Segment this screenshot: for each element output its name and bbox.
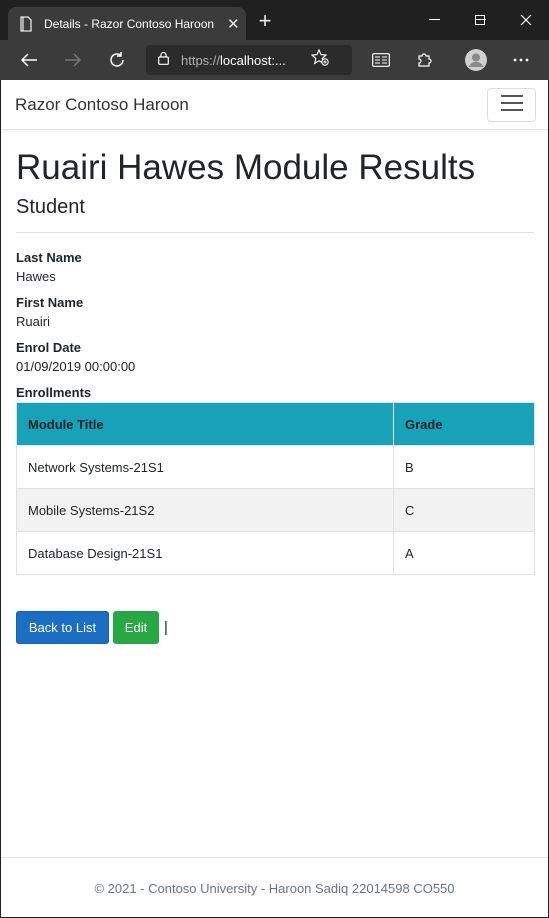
site-navbar: Razor Contoso Haroon bbox=[1, 80, 548, 130]
header-grade: Grade bbox=[393, 402, 535, 446]
close-window-icon[interactable] bbox=[503, 0, 549, 40]
back-arrow-icon[interactable] bbox=[17, 48, 41, 72]
enrol-date-value: 01/09/2019 00:00:00 bbox=[16, 359, 136, 374]
edit-button[interactable]: Edit bbox=[113, 611, 159, 644]
student-details: Last Name Hawes First Name Ruairi Enrol … bbox=[16, 250, 534, 400]
page-subtitle: Student bbox=[16, 196, 85, 218]
action-separator: | bbox=[164, 619, 168, 636]
page-title: Ruairi Hawes Module Results bbox=[16, 148, 476, 187]
lock-icon bbox=[158, 51, 169, 70]
favorite-star-icon[interactable] bbox=[310, 48, 329, 71]
action-bar: Back to List Edit | bbox=[16, 611, 534, 644]
divider bbox=[16, 232, 534, 233]
browser-toolbar: https://localhost:... bbox=[0, 40, 549, 80]
minimize-icon[interactable] bbox=[411, 0, 457, 40]
enrollments-label: Enrollments bbox=[16, 385, 92, 400]
navbar-brand[interactable]: Razor Contoso Haroon bbox=[15, 95, 189, 115]
module-title-cell: Mobile Systems-21S2 bbox=[16, 488, 394, 532]
extensions-icon[interactable] bbox=[413, 48, 437, 72]
main-content: Ruairi Hawes Module Results Student Last… bbox=[1, 147, 548, 644]
close-tab-icon[interactable]: ✕ bbox=[227, 15, 240, 33]
table-row: Mobile Systems-21S2 C bbox=[16, 488, 535, 532]
browser-tab[interactable]: Details - Razor Contoso Haroon ✕ bbox=[8, 7, 246, 40]
new-tab-icon[interactable]: + bbox=[254, 10, 276, 33]
reading-view-icon[interactable] bbox=[369, 48, 393, 72]
last-name-value: Hawes bbox=[16, 269, 56, 284]
tab-title: Details - Razor Contoso Haroon bbox=[44, 16, 215, 31]
footer-text: © 2021 - Contoso University - Haroon Sad… bbox=[94, 881, 455, 896]
enrollments-table: Module Title Grade Network Systems-21S1 … bbox=[16, 402, 535, 575]
address-bar[interactable]: https://localhost:... bbox=[146, 45, 352, 75]
back-to-list-button[interactable]: Back to List bbox=[16, 611, 109, 644]
url-text: https://localhost:... bbox=[181, 52, 286, 68]
hamburger-icon bbox=[500, 94, 524, 117]
module-title-cell: Database Design-21S1 bbox=[16, 531, 394, 575]
header-module-title: Module Title bbox=[16, 402, 394, 446]
table-row: Network Systems-21S1 B bbox=[16, 445, 535, 489]
first-name-value: Ruairi bbox=[16, 314, 50, 329]
web-page: Razor Contoso Haroon Ruairi Hawes Module… bbox=[1, 80, 548, 917]
grade-cell: C bbox=[393, 488, 535, 532]
module-title-cell: Network Systems-21S1 bbox=[16, 445, 394, 489]
profile-avatar-icon[interactable] bbox=[464, 48, 488, 72]
refresh-icon[interactable] bbox=[105, 48, 129, 72]
table-header-row: Module Title Grade bbox=[16, 402, 535, 446]
maximize-icon[interactable] bbox=[457, 0, 503, 40]
more-options-icon[interactable] bbox=[509, 48, 533, 72]
table-row: Database Design-21S1 A bbox=[16, 531, 535, 575]
grade-cell: A bbox=[393, 531, 535, 575]
page-icon bbox=[18, 15, 34, 32]
forward-arrow-icon[interactable] bbox=[61, 48, 85, 72]
last-name-label: Last Name bbox=[16, 250, 82, 265]
enrol-date-label: Enrol Date bbox=[16, 340, 82, 355]
first-name-label: First Name bbox=[16, 295, 84, 310]
grade-cell: B bbox=[393, 445, 535, 489]
menu-toggle-button[interactable] bbox=[487, 88, 536, 122]
site-footer: © 2021 - Contoso University - Haroon Sad… bbox=[1, 857, 548, 917]
